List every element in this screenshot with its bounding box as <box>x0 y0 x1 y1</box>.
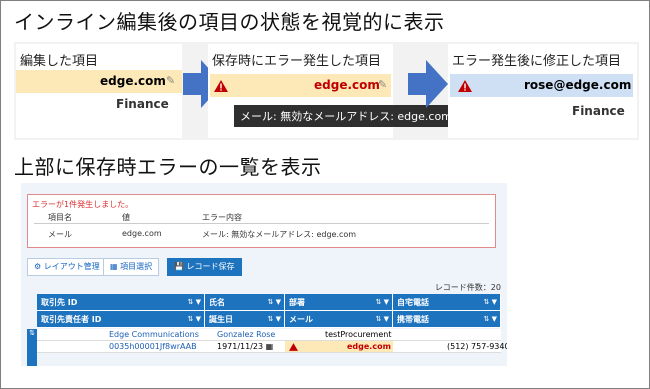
save-record-button-label: レコード保存 <box>186 262 235 271</box>
edited-cell[interactable]: edge.com ✎ <box>16 70 182 93</box>
error-header-message: エラー内容 <box>202 213 242 222</box>
header-mobile-phone[interactable]: 携帯電話 ⇅ ▼ <box>393 311 501 328</box>
error-cell[interactable]: edge.com ✎ <box>210 74 391 97</box>
panel-fixed: エラー発生後に修正した項目 rose@edge.com Finance <box>448 44 637 138</box>
inline-heading: インライン編集後の項目の状態を視覚的に表示 <box>14 10 445 34</box>
filter-icon: ⇅ ▼ <box>483 298 497 306</box>
top-errors-heading: 上部に保存時エラーの一覧を表示 <box>14 155 322 179</box>
pencil-icon[interactable]: ✎ <box>166 75 178 87</box>
filter-icon: ⇅ ▼ <box>267 315 281 323</box>
field-select-button[interactable]: ▦ 項目選択 <box>103 258 160 276</box>
contact-id-link[interactable]: 0035h00001Jf8wrAAB <box>37 341 205 353</box>
header-email[interactable]: メール ⇅ ▼ <box>285 311 393 328</box>
error-summary: エラーが1件発生しました。 項目名 値 エラー内容 メール edge.com メ… <box>27 194 496 248</box>
grid-screenshot: エラーが1件発生しました。 項目名 値 エラー内容 メール edge.com メ… <box>21 183 507 366</box>
pencil-icon[interactable]: ✎ <box>378 79 390 91</box>
fixed-cell[interactable]: rose@edge.com <box>450 74 633 97</box>
error-header-field: 項目名 <box>48 213 72 222</box>
gear-icon: ⚙ <box>34 262 42 271</box>
warning-icon <box>289 343 298 351</box>
filter-icon: ⇅ ▼ <box>375 298 389 306</box>
header-home-phone[interactable]: 自宅電話 ⇅ ▼ <box>393 294 501 311</box>
birthdate-cell[interactable]: 1971/11/23 ▦ <box>205 341 285 353</box>
list-icon: ▦ <box>110 262 118 271</box>
header-department[interactable]: 部署 ⇅ ▼ <box>285 294 393 311</box>
filter-icon: ⇅ ▼ <box>375 315 389 323</box>
fixed-value: rose@edge.com <box>524 78 632 92</box>
filter-icon: ⇅ ▼ <box>267 298 281 306</box>
error-header-value: 値 <box>122 213 130 222</box>
save-icon: 💾 <box>174 262 184 271</box>
email-error-cell[interactable]: edge.com <box>285 341 393 353</box>
warning-icon <box>458 80 472 92</box>
header-account-id[interactable]: 取引先 ID ⇅ ▼ <box>37 294 205 311</box>
mobile-phone-cell[interactable]: (512) 757-9340 <box>393 341 507 353</box>
home-phone-cell[interactable] <box>393 329 501 341</box>
error-row-value: edge.com <box>122 229 162 238</box>
panel-error: 保存時にエラー発生した項目 edge.com ✎ メール: 無効なメールアドレス… <box>208 44 458 138</box>
panel-fixed-label: エラー発生後に修正した項目 <box>452 54 622 69</box>
name-link[interactable]: Gonzalez Rose <box>205 329 285 341</box>
department-cell[interactable]: testProcurement <box>285 329 393 341</box>
record-count: レコード件数：20 <box>434 283 501 292</box>
filter-icon: ⇅ ▼ <box>187 315 201 323</box>
fixed-sub: Finance <box>572 104 625 118</box>
header-name[interactable]: 氏名 ⇅ ▼ <box>205 294 285 311</box>
warning-icon <box>214 80 228 92</box>
layout-button-label: レイアウト管理 <box>43 262 100 271</box>
field-select-button-label: 項目選択 <box>120 262 153 271</box>
header-contact-id[interactable]: 取引先責任者 ID ⇅ ▼ <box>37 311 205 328</box>
calendar-icon: ▦ <box>265 342 274 351</box>
drag-handle-icon[interactable]: ⇅ <box>27 329 37 366</box>
panel-edited-label: 編集した項目 <box>20 54 99 69</box>
edited-sub: Finance <box>116 97 169 111</box>
panel-edited: 編集した項目 edge.com ✎ Finance <box>16 44 182 138</box>
divider <box>34 223 489 224</box>
error-tooltip: メール: 無効なメールアドレス: edge.com <box>234 105 458 127</box>
save-record-button[interactable]: 💾 レコード保存 <box>167 258 242 276</box>
layout-button[interactable]: ⚙ レイアウト管理 <box>27 258 107 276</box>
error-row-field: メール <box>48 230 72 239</box>
header-birthdate[interactable]: 誕生日 ⇅ ▼ <box>205 311 285 328</box>
error-summary-title: エラーが1件発生しました。 <box>32 200 134 209</box>
edited-value: edge.com <box>100 74 166 88</box>
panel-error-label: 保存時にエラー発生した項目 <box>212 54 382 69</box>
arrow-right-icon <box>408 60 448 108</box>
error-value: edge.com <box>314 78 380 92</box>
filter-icon: ⇅ ▼ <box>187 298 201 306</box>
account-link[interactable]: Edge Communications <box>37 329 205 341</box>
data-grid: 取引先 ID ⇅ ▼ 氏名 ⇅ ▼ 部署 ⇅ ▼ 自宅電話 ⇅ ▼ 取引先責任者 ID ⇅… <box>27 294 507 366</box>
error-row-message: メール: 無効なメールアドレス: edge.com <box>202 230 357 239</box>
filter-icon: ⇅ ▼ <box>483 315 497 323</box>
